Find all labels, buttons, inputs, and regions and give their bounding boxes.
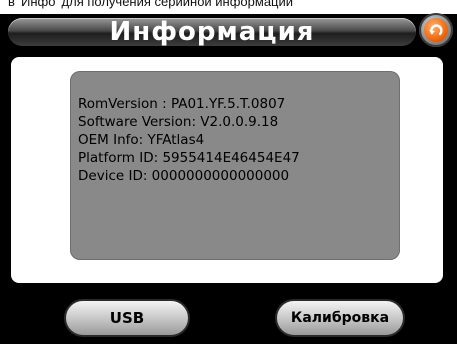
caption-strip: в 'Инфо' для получения серийной информац…: [0, 0, 457, 14]
software-version-text: Software Version: V2.0.0.9.18: [78, 114, 279, 130]
oem-info-text: OEM Info: YFAtlas4: [78, 132, 205, 148]
calibration-button[interactable]: Калибровка: [275, 299, 405, 337]
rom-version-text: RomVersion : PA01.YF.5.T.0807: [78, 96, 286, 112]
caption-text: в 'Инфо' для получения серийной информац…: [8, 0, 294, 9]
back-button[interactable]: [419, 13, 453, 47]
page-title: Информация: [109, 17, 315, 47]
usb-button[interactable]: USB: [64, 299, 190, 337]
back-arrow-icon: [424, 18, 448, 42]
platform-id-text: Platform ID: 5955414E46454E47: [78, 150, 300, 166]
device-id-text: Device ID: 0000000000000000: [78, 168, 290, 184]
